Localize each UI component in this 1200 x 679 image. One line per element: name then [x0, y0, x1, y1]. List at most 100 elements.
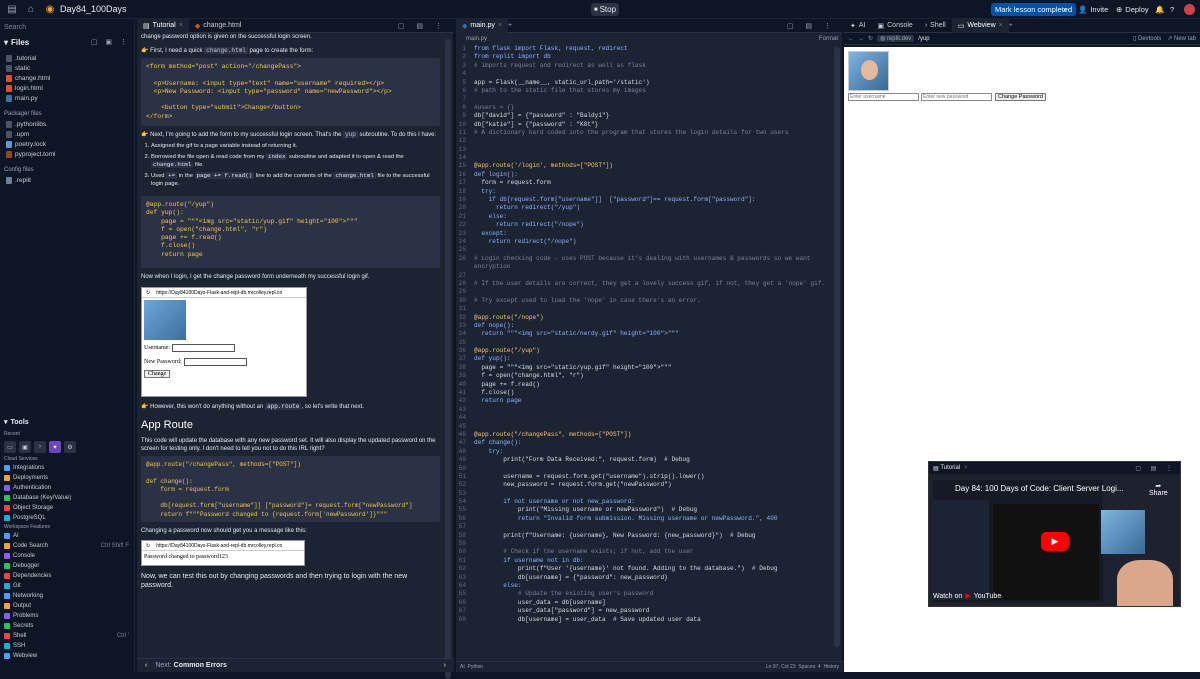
code-line[interactable]: 35	[456, 339, 832, 347]
format-button[interactable]: Format	[819, 36, 838, 42]
code-line[interactable]: 27	[456, 272, 832, 280]
code-line[interactable]: 4	[456, 70, 832, 78]
back-icon[interactable]: ←	[848, 36, 854, 42]
pane-actions[interactable]: ▢ ▤ ⋮	[398, 22, 453, 30]
file-item[interactable]: .replit	[0, 175, 134, 185]
file-item[interactable]: change.html	[0, 73, 134, 83]
chevron-right-icon[interactable]: ›	[444, 662, 446, 669]
code-line[interactable]: 16 def login():	[456, 171, 832, 179]
code-line[interactable]: 15 @app.route('/login', methods=["POST"])	[456, 162, 832, 170]
file-item[interactable]: main.py	[0, 93, 134, 103]
code-line[interactable]: 65 # Update the existing user's password	[456, 590, 832, 598]
code-line[interactable]: 44	[456, 414, 832, 422]
code-line[interactable]: 54 if not username or not new_password:	[456, 498, 832, 506]
code-line[interactable]: 61 if username not in db:	[456, 557, 832, 565]
code-line[interactable]: 17 form = request.form	[456, 179, 832, 187]
tool-item[interactable]: Console	[0, 551, 135, 561]
devtools-button[interactable]: ▯ Devtools	[1133, 35, 1161, 42]
code-line[interactable]: 47 def change():	[456, 439, 832, 447]
tool-item[interactable]: Code Search Ctrl Shift F	[0, 541, 135, 551]
code-line[interactable]: 31	[456, 305, 832, 313]
code-line[interactable]: 66 user_data = db[username]	[456, 599, 832, 607]
new-password-input[interactable]	[921, 93, 992, 101]
code-line[interactable]: 38 page = """<img src="static/yup.gif" h…	[456, 364, 832, 372]
code-line[interactable]: 6 # path to the static file that stores m…	[456, 87, 832, 95]
code-line[interactable]: 55 print("Missing username or newPasswor…	[456, 506, 832, 514]
code-line[interactable]: 36 @app.route("/yup")	[456, 347, 832, 355]
code-line[interactable]: 41 f.close()	[456, 389, 832, 397]
new-tab-button[interactable]: ↗ New tab	[1167, 35, 1196, 42]
file-item[interactable]: pyproject.toml	[0, 149, 134, 159]
code-line[interactable]: 1 from flask import Flask, request, redir…	[456, 45, 832, 53]
tab-webview[interactable]: ▭ Webview ×	[951, 18, 1009, 33]
code-line[interactable]: 28 # If the user details are correct, the…	[456, 280, 832, 288]
code-line[interactable]: 37 def yup():	[456, 355, 832, 363]
code-line[interactable]: 34 return """<img src="static/nerdy.gif"…	[456, 330, 832, 338]
invite-button[interactable]: 👤 Invite	[1078, 3, 1108, 16]
scrollbar[interactable]	[445, 39, 451, 679]
code-line[interactable]: 32 @app.route("/nope")	[456, 314, 832, 322]
file-search[interactable]: Search	[4, 21, 130, 33]
code-line[interactable]: 60 # Check if the username exists; if no…	[456, 548, 832, 556]
tool-item[interactable]: Output	[0, 601, 135, 611]
code-line[interactable]: 67 user_data["password"] = new_password	[456, 607, 832, 615]
chevron-left-icon[interactable]: ‹	[145, 662, 147, 669]
tool-item[interactable]: Database (Key/Value)	[0, 493, 135, 503]
tool-item[interactable]: SSH	[0, 641, 135, 651]
file-item[interactable]: .tutorial	[0, 53, 134, 63]
code-line[interactable]: 53	[456, 490, 832, 498]
code-area[interactable]: 1 from flask import Flask, request, redir…	[456, 45, 832, 659]
close-icon[interactable]: ×	[179, 22, 183, 29]
status-ai[interactable]: AI	[460, 664, 465, 670]
change-password-button[interactable]: Change Password	[995, 93, 1046, 101]
code-line[interactable]: encryption	[456, 263, 832, 271]
tool-item[interactable]: Shell Ctrl '	[0, 631, 135, 641]
tool-item[interactable]: Networking	[0, 591, 135, 601]
code-line[interactable]: 29	[456, 288, 832, 296]
tab-shell[interactable]: › Shell	[919, 19, 952, 33]
code-line[interactable]: 5 app = Flask(__name__, static_url_path='…	[456, 79, 832, 87]
watch-on-youtube[interactable]: Watch on ▶ YouTube	[933, 592, 1001, 601]
code-line[interactable]: 49 print("Form Data Received:", request.…	[456, 456, 832, 464]
code-line[interactable]: 7	[456, 95, 832, 103]
close-icon[interactable]: ×	[498, 22, 502, 29]
tool-item[interactable]: Deployments	[0, 473, 135, 483]
code-line[interactable]: 33 def nope():	[456, 322, 832, 330]
url-host[interactable]: ◍ replit.dev	[877, 35, 915, 42]
code-line[interactable]: 40 page += f.read()	[456, 381, 832, 389]
code-line[interactable]: 14	[456, 154, 832, 162]
code-line[interactable]: 12	[456, 137, 832, 145]
code-line[interactable]: 63 db[username] = {"password": new_passw…	[456, 574, 832, 582]
code-line[interactable]: 50	[456, 465, 832, 473]
code-line[interactable]: 25	[456, 246, 832, 254]
code-line[interactable]: 22 return redirect("/nope")	[456, 221, 832, 229]
file-actions[interactable]: ▢ ▣ ⋮	[91, 38, 130, 46]
code-line[interactable]: 9 db["david"] = {"password" : "Baldy1"}	[456, 112, 832, 120]
code-line[interactable]: 24 return redirect("/nope")	[456, 238, 832, 246]
tool-item[interactable]: Object Storage	[0, 503, 135, 513]
code-line[interactable]: 45	[456, 423, 832, 431]
code-line[interactable]: 39 f = open("change.html", "r")	[456, 372, 832, 380]
home-icon[interactable]: ⌂	[24, 2, 38, 16]
code-line[interactable]: 10 db["katie"] = {"password" : "K8t"}	[456, 121, 832, 129]
tool-item[interactable]: Problems	[0, 611, 135, 621]
scrollbar[interactable]	[834, 47, 840, 647]
ai-icon[interactable]: ✦	[49, 441, 61, 453]
code-line[interactable]: 46 @app.route("/changePass", methods=["PO…	[456, 431, 832, 439]
video-overlay[interactable]: ▤ Tutorial × ▢ ▤ ⋮ Day 84: 100 Days of Co…	[928, 461, 1181, 607]
add-tab-icon[interactable]: +	[1009, 22, 1013, 29]
tool-item[interactable]: Secrets	[0, 621, 135, 631]
tab-tutorial[interactable]: ▤ Tutorial ×	[137, 18, 189, 33]
code-line[interactable]: 62 print(f"User '{username}' not found. …	[456, 565, 832, 573]
tool-item[interactable]: PostgreSQL	[0, 513, 135, 523]
tab-change-html[interactable]: ◆ change.html	[189, 19, 248, 33]
chevron-down-icon[interactable]: ▾	[4, 38, 8, 47]
settings-icon[interactable]: ⚙	[64, 441, 76, 453]
console-icon[interactable]: ▣	[19, 441, 31, 453]
next-lesson-bar[interactable]: ‹ Next: Common Errors ›	[137, 658, 454, 672]
tab-main-py[interactable]: ◆ main.py ×	[456, 18, 508, 33]
deploy-button[interactable]: ⊕ Deploy	[1116, 3, 1149, 16]
stop-button[interactable]: ■ Stop	[591, 3, 619, 16]
code-line[interactable]: 20 return redirect("/yup")	[456, 204, 832, 212]
tab-ai[interactable]: ✦ AI	[844, 19, 872, 33]
